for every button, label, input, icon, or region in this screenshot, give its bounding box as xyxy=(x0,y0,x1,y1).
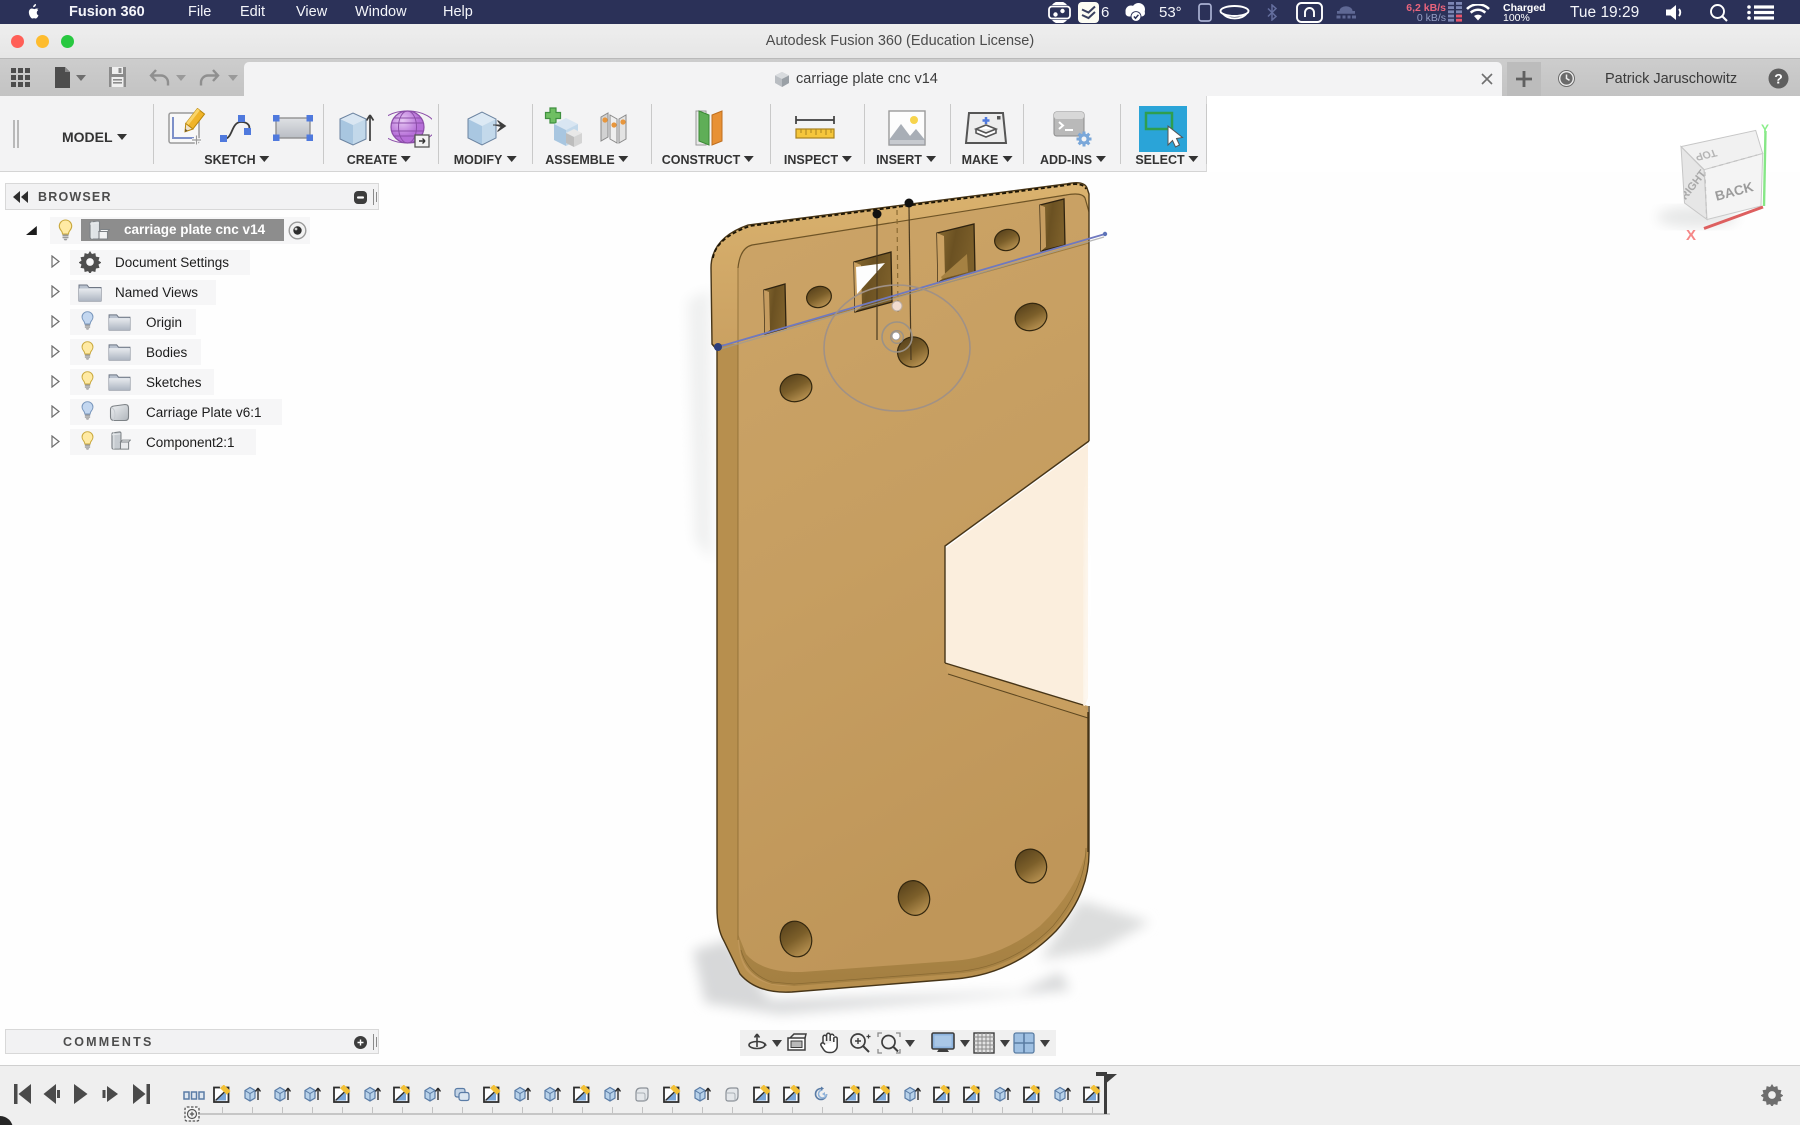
svg-text:Y: Y xyxy=(1761,122,1769,136)
svg-text:X: X xyxy=(1686,227,1696,244)
svg-text:?: ? xyxy=(1774,71,1783,87)
